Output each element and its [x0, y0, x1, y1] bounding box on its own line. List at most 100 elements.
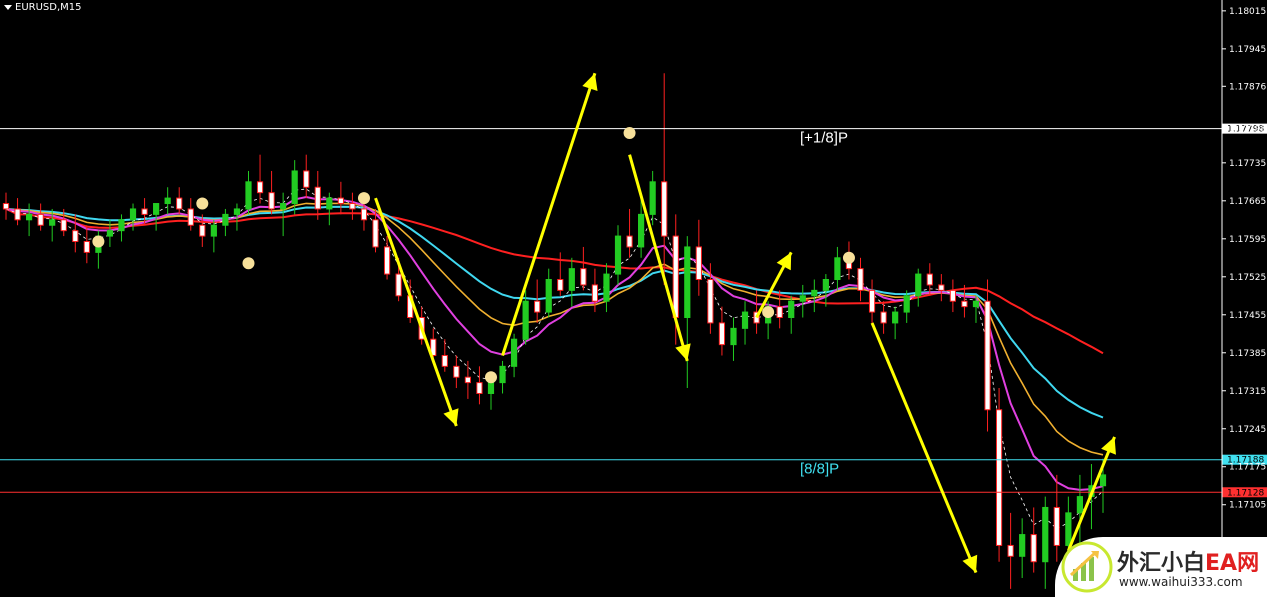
candle-body	[476, 382, 483, 394]
candle-body	[788, 300, 795, 318]
candle-body	[892, 311, 899, 324]
candle	[441, 339, 448, 372]
candle	[938, 274, 945, 302]
candle-body	[857, 268, 864, 291]
candle-body	[534, 300, 541, 313]
candle	[476, 366, 483, 405]
candle-body	[326, 197, 333, 210]
ma-orange-line	[5, 202, 1104, 456]
murrey-math-levels: [+1/8]P 1.17798[8/8]P 1.171881.17128	[0, 123, 1267, 498]
candle-body	[672, 235, 679, 318]
trend-arrow-shaft	[870, 322, 978, 574]
y-tick-label: 1.17385	[1229, 349, 1266, 359]
candle-body	[106, 230, 114, 237]
candle-body	[1099, 474, 1107, 487]
candle-body	[60, 219, 67, 232]
candle-body	[245, 181, 252, 210]
candle	[14, 198, 21, 226]
candle	[568, 257, 575, 307]
candle	[1076, 474, 1084, 546]
candle-body	[522, 300, 529, 340]
candle-body	[1019, 534, 1026, 557]
trend-arrow-head	[675, 343, 691, 361]
candle-body	[268, 192, 275, 210]
candle-body	[626, 235, 633, 248]
candle	[314, 170, 321, 220]
signal-dot	[484, 371, 497, 384]
candle-body	[926, 273, 933, 286]
candle-body	[256, 181, 264, 194]
candle-body	[638, 213, 645, 248]
signal-dots	[92, 126, 1075, 574]
candle-body	[83, 241, 90, 253]
candle	[868, 279, 876, 323]
candlesticks	[2, 73, 1107, 589]
signal-dot	[196, 197, 209, 210]
candle-body	[880, 311, 887, 324]
candle	[741, 301, 749, 345]
candle-body	[37, 213, 44, 226]
candle	[349, 192, 356, 220]
candle-body	[1076, 496, 1084, 514]
candle	[545, 268, 552, 318]
candle	[1053, 474, 1060, 562]
ma-cyan-line	[5, 205, 1104, 419]
y-tick-label: 1.17945	[1229, 45, 1266, 55]
candle	[337, 181, 344, 215]
brand-accent: EA网	[1205, 551, 1260, 576]
candle-body	[153, 203, 160, 215]
candle-body	[984, 300, 991, 411]
candle	[603, 263, 610, 313]
ma-dashed-line	[5, 188, 1104, 530]
candle-body	[961, 300, 968, 308]
candle-body	[222, 213, 229, 226]
candle-body	[383, 246, 391, 275]
candle-body	[557, 279, 564, 291]
candle-body	[776, 306, 783, 318]
candle-body	[822, 279, 829, 291]
candle	[903, 290, 910, 323]
candle-body	[372, 219, 379, 248]
price-chart[interactable]: [+1/8]P 1.17798[8/8]P 1.171881.17128 1.180…	[0, 0, 1267, 597]
y-tick-label: 1.17665	[1229, 197, 1266, 207]
candle-body	[949, 289, 956, 302]
candle-body	[164, 197, 171, 205]
candle-body	[834, 257, 841, 281]
candle	[303, 154, 310, 199]
candle	[995, 388, 1003, 562]
candle-body	[141, 208, 148, 215]
candle-body	[176, 197, 183, 210]
level-price-label: 1.17128	[1227, 488, 1264, 498]
candle-body	[545, 279, 552, 313]
candle-body	[441, 354, 448, 367]
candle-body	[903, 295, 910, 313]
candle-body	[799, 295, 806, 302]
candle-body	[915, 273, 922, 297]
candle	[464, 360, 471, 399]
signal-dot	[762, 306, 775, 319]
candle	[245, 170, 252, 215]
candle-body	[118, 219, 125, 232]
candle-body	[568, 268, 575, 291]
candle	[614, 225, 622, 285]
price-axis: 1.18015 1.17945 1.17876 1.17798 1.17735 1.176…	[1221, 0, 1266, 597]
dropdown-triangle-icon[interactable]	[4, 5, 12, 10]
y-tick-label: 1.17798	[1229, 125, 1266, 135]
candle	[25, 203, 33, 237]
candle	[580, 246, 587, 291]
y-tick-label: 1.17735	[1229, 159, 1266, 169]
candle	[811, 279, 818, 313]
y-tick-label: 1.17595	[1229, 235, 1266, 245]
candle	[280, 192, 287, 237]
level-label: [8/8]P	[800, 461, 839, 478]
candle	[499, 360, 506, 394]
candle-body	[210, 224, 217, 237]
moving-average-lines	[5, 188, 1104, 530]
candle	[83, 225, 90, 264]
candle-body	[129, 208, 137, 221]
trend-arrow-head	[582, 73, 598, 91]
chart-header[interactable]: EURUSD,M15	[4, 2, 81, 13]
candle	[718, 306, 726, 356]
candle-body	[730, 327, 737, 346]
candle	[822, 274, 829, 307]
